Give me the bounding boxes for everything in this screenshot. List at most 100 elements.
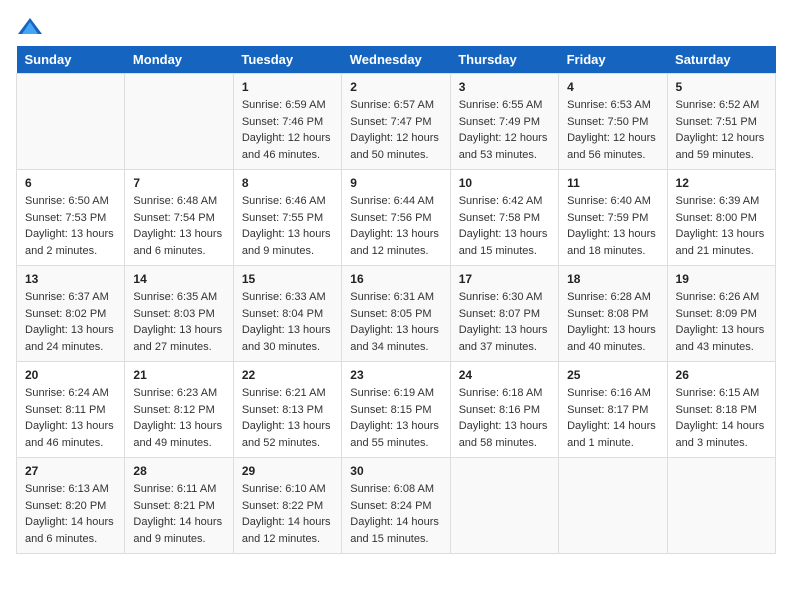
calendar-cell: 15 Sunrise: 6:33 AMSunset: 8:04 PMDayligh… (233, 266, 341, 362)
cell-info: Sunrise: 6:48 AMSunset: 7:54 PMDaylight:… (133, 193, 224, 259)
day-number: 10 (459, 176, 550, 190)
day-number: 21 (133, 368, 224, 382)
day-number: 17 (459, 272, 550, 286)
cell-info: Sunrise: 6:24 AMSunset: 8:11 PMDaylight:… (25, 385, 116, 451)
day-number: 23 (350, 368, 441, 382)
week-row-0: 1Sunrise: 6:59 AMSunset: 7:46 PMDaylight… (17, 74, 776, 170)
calendar-cell: 12 Sunrise: 6:39 AMSunset: 8:00 PMDayligh… (667, 170, 775, 266)
cell-info: Sunrise: 6:50 AMSunset: 7:53 PMDaylight:… (25, 193, 116, 259)
day-number: 12 (676, 176, 767, 190)
calendar-cell: 29 Sunrise: 6:10 AMSunset: 8:22 PMDayligh… (233, 458, 341, 554)
calendar-cell: 2 Sunrise: 6:57 AMSunset: 7:47 PMDaylight… (342, 74, 450, 170)
day-number: 22 (242, 368, 333, 382)
cell-info: Sunrise: 6:46 AMSunset: 7:55 PMDaylight:… (242, 193, 333, 259)
cell-info: Sunrise: 6:40 AMSunset: 7:59 PMDaylight:… (567, 193, 658, 259)
header-row: SundayMondayTuesdayWednesdayThursdayFrid… (17, 46, 776, 74)
calendar-cell: 13 Sunrise: 6:37 AMSunset: 8:02 PMDayligh… (17, 266, 125, 362)
cell-info: Sunrise: 6:33 AMSunset: 8:04 PMDaylight:… (242, 289, 333, 355)
header-tuesday: Tuesday (233, 46, 341, 74)
cell-info: Sunrise: 6:23 AMSunset: 8:12 PMDaylight:… (133, 385, 224, 451)
logo (16, 16, 48, 38)
day-number: 11 (567, 176, 658, 190)
calendar-cell: 5 Sunrise: 6:52 AMSunset: 7:51 PMDaylight… (667, 74, 775, 170)
cell-info: Sunrise: 6:11 AMSunset: 8:21 PMDaylight:… (133, 481, 224, 547)
cell-info: Sunrise: 6:28 AMSunset: 8:08 PMDaylight:… (567, 289, 658, 355)
calendar-body: 1Sunrise: 6:59 AMSunset: 7:46 PMDaylight… (17, 74, 776, 554)
calendar-cell: 20 Sunrise: 6:24 AMSunset: 8:11 PMDayligh… (17, 362, 125, 458)
calendar-cell (125, 74, 233, 170)
calendar-cell: 8 Sunrise: 6:46 AMSunset: 7:55 PMDaylight… (233, 170, 341, 266)
calendar-cell: 27Sunrise: 6:13 AMSunset: 8:20 PMDayligh… (17, 458, 125, 554)
cell-info: Sunrise: 6:31 AMSunset: 8:05 PMDaylight:… (350, 289, 441, 355)
cell-info: Sunrise: 6:57 AMSunset: 7:47 PMDaylight:… (350, 97, 441, 163)
page-header (16, 16, 776, 38)
cell-info: Sunrise: 6:53 AMSunset: 7:50 PMDaylight:… (567, 97, 658, 163)
day-number: 29 (242, 464, 333, 478)
cell-info: Sunrise: 6:08 AMSunset: 8:24 PMDaylight:… (350, 481, 441, 547)
day-number: 3 (459, 80, 550, 94)
calendar-cell: 9 Sunrise: 6:44 AMSunset: 7:56 PMDaylight… (342, 170, 450, 266)
day-number: 24 (459, 368, 550, 382)
header-saturday: Saturday (667, 46, 775, 74)
header-monday: Monday (125, 46, 233, 74)
calendar-cell (667, 458, 775, 554)
week-row-1: 6Sunrise: 6:50 AMSunset: 7:53 PMDaylight… (17, 170, 776, 266)
logo-icon (16, 16, 44, 38)
calendar-cell: 26Sunrise: 6:15 AMSunset: 8:18 PMDayligh… (667, 362, 775, 458)
calendar-cell: 28 Sunrise: 6:11 AMSunset: 8:21 PMDayligh… (125, 458, 233, 554)
calendar-cell: 25 Sunrise: 6:16 AMSunset: 8:17 PMDayligh… (559, 362, 667, 458)
day-number: 25 (567, 368, 658, 382)
calendar-cell: 17 Sunrise: 6:30 AMSunset: 8:07 PMDayligh… (450, 266, 558, 362)
day-number: 14 (133, 272, 224, 286)
cell-info: Sunrise: 6:26 AMSunset: 8:09 PMDaylight:… (676, 289, 767, 355)
day-number: 28 (133, 464, 224, 478)
day-number: 5 (676, 80, 767, 94)
calendar-cell (17, 74, 125, 170)
calendar-cell: 10 Sunrise: 6:42 AMSunset: 7:58 PMDayligh… (450, 170, 558, 266)
cell-info: Sunrise: 6:19 AMSunset: 8:15 PMDaylight:… (350, 385, 441, 451)
day-number: 13 (25, 272, 116, 286)
cell-info: Sunrise: 6:30 AMSunset: 8:07 PMDaylight:… (459, 289, 550, 355)
calendar-cell: 7 Sunrise: 6:48 AMSunset: 7:54 PMDaylight… (125, 170, 233, 266)
day-number: 9 (350, 176, 441, 190)
day-number: 1 (242, 80, 333, 94)
day-number: 30 (350, 464, 441, 478)
day-number: 8 (242, 176, 333, 190)
calendar-cell: 18 Sunrise: 6:28 AMSunset: 8:08 PMDayligh… (559, 266, 667, 362)
calendar-cell: 6Sunrise: 6:50 AMSunset: 7:53 PMDaylight… (17, 170, 125, 266)
day-number: 18 (567, 272, 658, 286)
cell-info: Sunrise: 6:55 AMSunset: 7:49 PMDaylight:… (459, 97, 550, 163)
cell-info: Sunrise: 6:16 AMSunset: 8:17 PMDaylight:… (567, 385, 658, 451)
cell-info: Sunrise: 6:18 AMSunset: 8:16 PMDaylight:… (459, 385, 550, 451)
calendar-table: SundayMondayTuesdayWednesdayThursdayFrid… (16, 46, 776, 554)
calendar-cell: 3 Sunrise: 6:55 AMSunset: 7:49 PMDaylight… (450, 74, 558, 170)
calendar-cell: 1Sunrise: 6:59 AMSunset: 7:46 PMDaylight… (233, 74, 341, 170)
header-friday: Friday (559, 46, 667, 74)
calendar-cell: 4Sunrise: 6:53 AMSunset: 7:50 PMDaylight… (559, 74, 667, 170)
week-row-4: 27Sunrise: 6:13 AMSunset: 8:20 PMDayligh… (17, 458, 776, 554)
cell-info: Sunrise: 6:44 AMSunset: 7:56 PMDaylight:… (350, 193, 441, 259)
cell-info: Sunrise: 6:37 AMSunset: 8:02 PMDaylight:… (25, 289, 116, 355)
day-number: 7 (133, 176, 224, 190)
calendar-cell (450, 458, 558, 554)
week-row-2: 13 Sunrise: 6:37 AMSunset: 8:02 PMDayligh… (17, 266, 776, 362)
cell-info: Sunrise: 6:10 AMSunset: 8:22 PMDaylight:… (242, 481, 333, 547)
calendar-cell: 11 Sunrise: 6:40 AMSunset: 7:59 PMDayligh… (559, 170, 667, 266)
header-thursday: Thursday (450, 46, 558, 74)
cell-info: Sunrise: 6:39 AMSunset: 8:00 PMDaylight:… (676, 193, 767, 259)
calendar-cell: 22 Sunrise: 6:21 AMSunset: 8:13 PMDayligh… (233, 362, 341, 458)
header-wednesday: Wednesday (342, 46, 450, 74)
calendar-cell (559, 458, 667, 554)
calendar-cell: 16 Sunrise: 6:31 AMSunset: 8:05 PMDayligh… (342, 266, 450, 362)
day-number: 20 (25, 368, 116, 382)
day-number: 19 (676, 272, 767, 286)
cell-info: Sunrise: 6:15 AMSunset: 8:18 PMDaylight:… (676, 385, 767, 451)
day-number: 2 (350, 80, 441, 94)
cell-info: Sunrise: 6:52 AMSunset: 7:51 PMDaylight:… (676, 97, 767, 163)
week-row-3: 20 Sunrise: 6:24 AMSunset: 8:11 PMDayligh… (17, 362, 776, 458)
day-number: 15 (242, 272, 333, 286)
cell-info: Sunrise: 6:42 AMSunset: 7:58 PMDaylight:… (459, 193, 550, 259)
calendar-header: SundayMondayTuesdayWednesdayThursdayFrid… (17, 46, 776, 74)
day-number: 16 (350, 272, 441, 286)
cell-info: Sunrise: 6:21 AMSunset: 8:13 PMDaylight:… (242, 385, 333, 451)
